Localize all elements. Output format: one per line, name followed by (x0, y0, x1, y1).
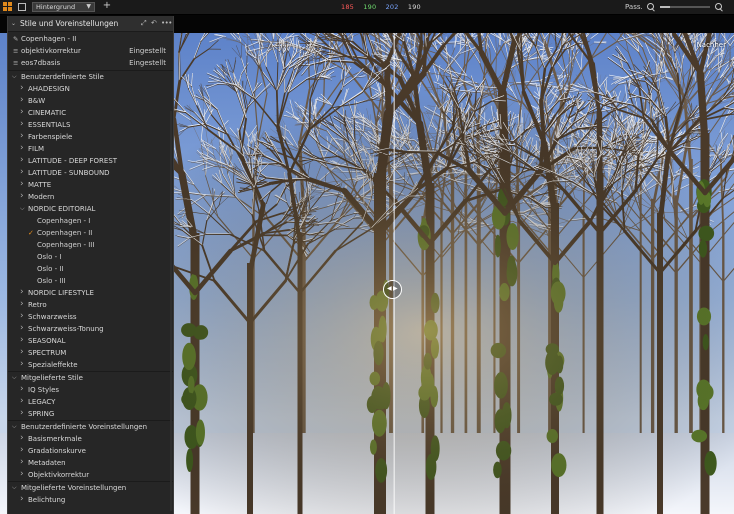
zoom-slider[interactable] (660, 6, 710, 8)
single-view-icon[interactable] (18, 3, 26, 11)
red-value: 185 (341, 3, 355, 11)
chevron-down-icon: ▼ (86, 3, 91, 10)
zoom-out-icon[interactable] (646, 2, 656, 12)
color-picker-crosshair-icon[interactable]: + (102, 1, 112, 11)
zoom-slider-fill (660, 6, 670, 8)
fit-label[interactable]: Pass. (625, 2, 643, 12)
workspace-select[interactable]: Hintergrund ▼ (32, 2, 95, 12)
grid-view-icon[interactable] (3, 2, 12, 11)
green-value: 190 (363, 3, 377, 11)
rgb-readout: 185 190 202 190 (341, 2, 428, 12)
workspace-select-value: Hintergrund (36, 3, 76, 11)
top-toolbar: Hintergrund ▼ + 185 190 202 190 Pass. (0, 0, 734, 15)
luminance-value: 190 (407, 3, 421, 11)
zoom-in-icon[interactable] (714, 2, 724, 12)
blue-value: 202 (385, 3, 399, 11)
